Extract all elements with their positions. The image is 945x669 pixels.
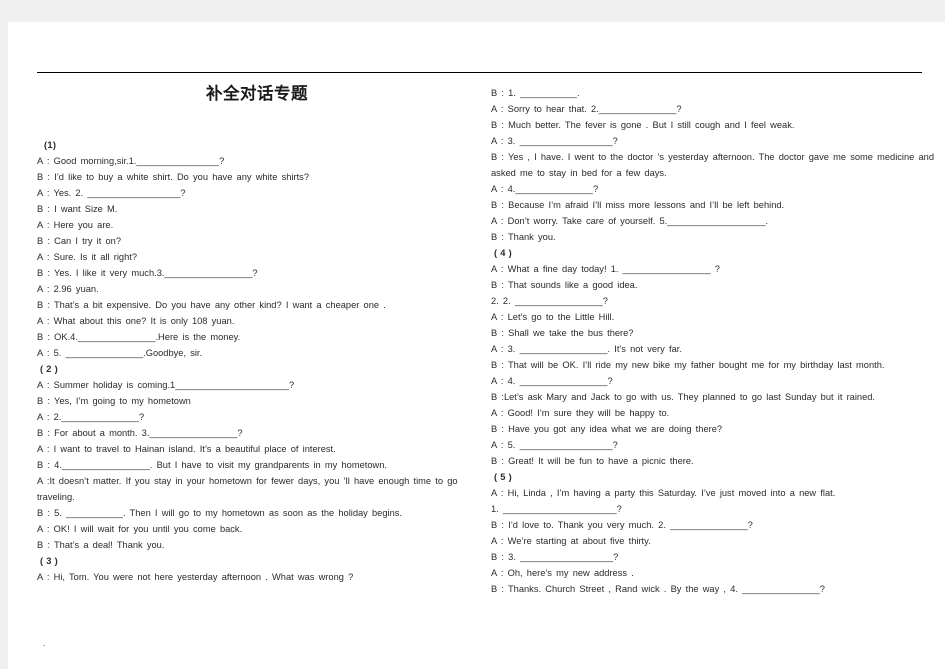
dialogue-line: B : For about a month. 3._______________… bbox=[37, 427, 243, 438]
dialogue-line: B : 1. ___________. bbox=[491, 88, 580, 98]
dialogue-line: A : Hi, Tom. You were not here yesterday… bbox=[37, 571, 354, 582]
dialogue-line: A : 3. __________________? bbox=[491, 135, 618, 146]
dialogue-line: 1. ______________________? bbox=[491, 503, 622, 514]
dialogue-line: B : I’d love to. Thank you very much. 2.… bbox=[491, 519, 753, 530]
dialogue-line: B : OK.4._______________.Here is the mon… bbox=[37, 331, 241, 342]
dialogue-line: A : Good morning,sir.1.________________? bbox=[37, 155, 225, 166]
section-label-1: (1) bbox=[44, 140, 57, 150]
dialogue-line: B : Yes , I have. I went to the doctor ’… bbox=[491, 151, 935, 178]
dialogue-line: A : 5. __________________? bbox=[491, 439, 618, 450]
dialogue-line: 2. 2. _________________? bbox=[491, 295, 608, 306]
trailing-period-mark: . bbox=[43, 638, 46, 648]
right-column: B : 1. ___________. A : Sorry to hear th… bbox=[491, 70, 943, 598]
dialogue-line: A : Yes. 2. __________________? bbox=[37, 187, 186, 198]
dialogue-line: A : We’re starting at about five thirty. bbox=[491, 535, 651, 546]
dialogue-line: A : 4. _________________? bbox=[491, 375, 613, 386]
dialogue-line: B : I want Size M. bbox=[37, 203, 118, 214]
dialogue-line: A : 5. _______________.Goodbye, sir. bbox=[37, 347, 203, 358]
dialogue-line: B : That will be OK. I’ll ride my new bi… bbox=[491, 359, 885, 370]
dialogue-line: B : That’s a deal! Thank you. bbox=[37, 539, 165, 550]
section-label-2: ( 2 ) bbox=[40, 363, 59, 374]
dialogue-line: B : 4._________________. But I have to v… bbox=[37, 459, 387, 470]
two-column-body: (1) A : Good morning,sir.1._____________… bbox=[8, 70, 945, 668]
dialogue-line: B : Thank you. bbox=[491, 231, 556, 242]
dialogue-line: A : What about this one? It is only 108 … bbox=[37, 315, 235, 326]
dialogue-line: A : Let’s go to the Little Hill. bbox=[491, 311, 615, 322]
dialogue-line: B : I’d like to buy a white shirt. Do yo… bbox=[37, 171, 309, 182]
dialogue-line: A : 3. _________________. It’s not very … bbox=[491, 343, 682, 354]
dialogue-line: B : Can I try it on? bbox=[37, 235, 122, 246]
document-page: 补全对话专题 (1) A : Good morning,sir.1.______… bbox=[8, 22, 945, 669]
dialogue-line: B : Thanks. Church Street , Rand wick . … bbox=[491, 583, 825, 594]
dialogue-line: A : Good! I’m sure they will be happy to… bbox=[491, 407, 670, 418]
dialogue-line: A : Oh, here’s my new address . bbox=[491, 567, 634, 578]
section-label-5: ( 5 ) bbox=[494, 471, 513, 482]
dialogue-line: B : Yes. I like it very much.3._________… bbox=[37, 267, 258, 278]
dialogue-line: B : Shall we take the bus there? bbox=[491, 327, 634, 338]
dialogue-line: A : Hi, Linda , I’m having a party this … bbox=[491, 487, 836, 498]
dialogue-line: A : Here you are. bbox=[37, 219, 114, 230]
dialogue-line: B :Let’s ask Mary and Jack to go with us… bbox=[491, 391, 876, 402]
dialogue-line: A : Sorry to hear that. 2.______________… bbox=[491, 103, 682, 114]
dialogue-line: A :It doesn’t matter. If you stay in you… bbox=[37, 475, 458, 502]
dialogue-line: B : Much better. The fever is gone . But… bbox=[491, 119, 795, 130]
dialogue-line: A : Don’t worry. Take care of yourself. … bbox=[491, 215, 769, 226]
dialogue-line: B : 3. __________________? bbox=[491, 551, 619, 562]
dialogue-line: B : 5. ___________. Then I will go to my… bbox=[37, 507, 402, 518]
dialogue-line: A : I want to travel to Hainan island. I… bbox=[37, 443, 336, 454]
dialogue-line: A : What a fine day today! 1. __________… bbox=[491, 263, 720, 274]
dialogue-line: B : Yes, I’m going to my hometown bbox=[37, 395, 191, 406]
dialogue-line: A : 4._______________? bbox=[491, 183, 599, 194]
dialogue-line: A : 2.96 yuan. bbox=[37, 283, 99, 294]
dialogue-line: A : Summer holiday is coming.1__________… bbox=[37, 379, 295, 390]
section-label-3: ( 3 ) bbox=[40, 555, 59, 566]
dialogue-line: A : Sure. Is it all right? bbox=[37, 251, 138, 262]
dialogue-line: B : Have you got any idea what we are do… bbox=[491, 423, 723, 434]
dialogue-line: B : That’s a bit expensive. Do you have … bbox=[37, 299, 386, 310]
left-column: (1) A : Good morning,sir.1._____________… bbox=[37, 70, 485, 586]
dialogue-line: B : Great! It will be fun to have a picn… bbox=[491, 455, 694, 466]
dialogue-line: A : 2._______________? bbox=[37, 411, 145, 422]
dialogue-line: A : OK! I will wait for you until you co… bbox=[37, 523, 243, 534]
dialogue-line: B : Because I’m afraid I’ll miss more le… bbox=[491, 199, 785, 210]
dialogue-line: B : That sounds like a good idea. bbox=[491, 279, 638, 290]
section-label-4: ( 4 ) bbox=[494, 247, 513, 258]
